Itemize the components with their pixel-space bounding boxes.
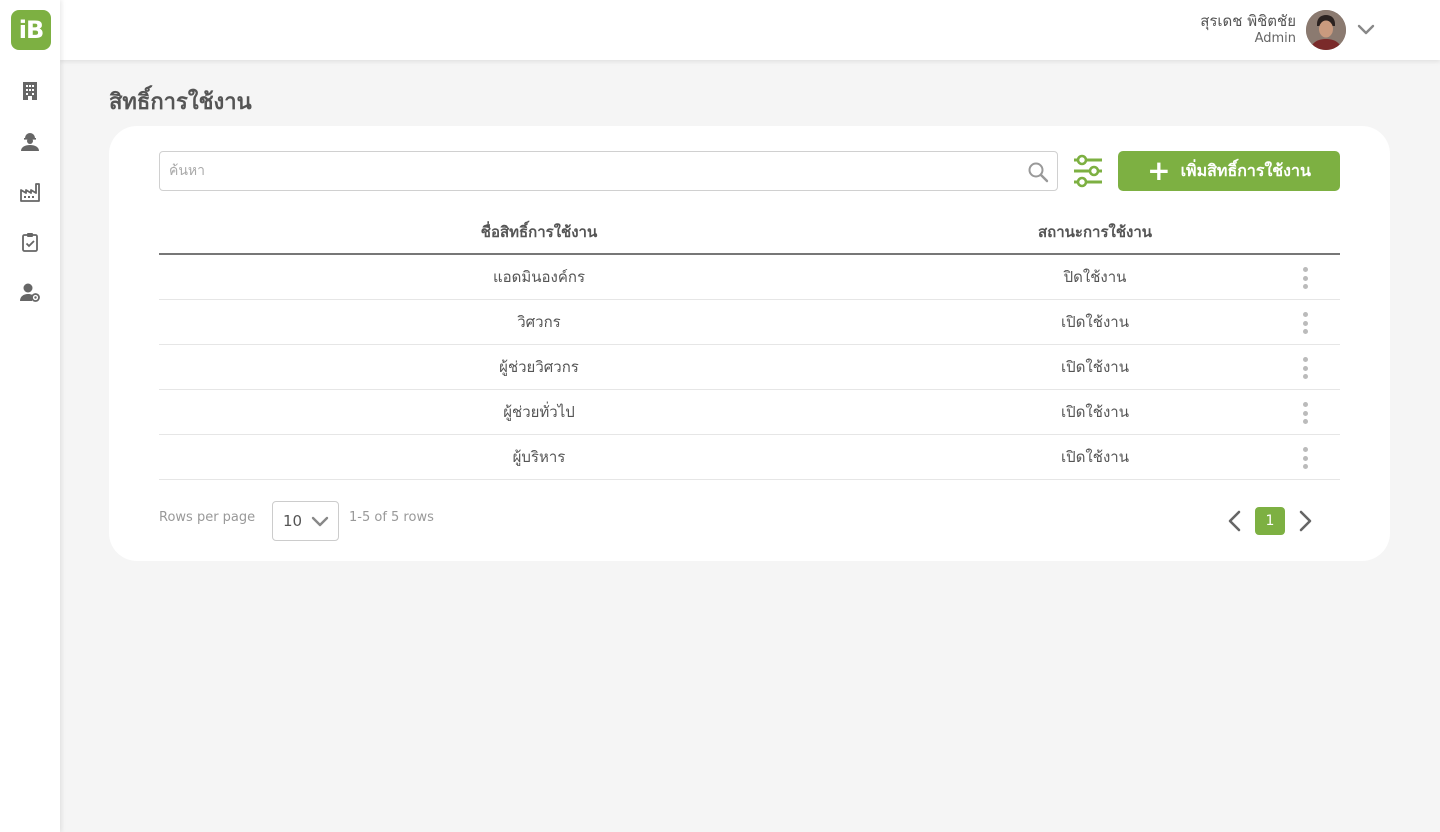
sliders-icon (1074, 154, 1102, 188)
rows-range-info: 1-5 of 5 rows (349, 510, 434, 525)
column-header-status[interactable]: สถานะการใช้งาน (879, 210, 1311, 255)
search-box (159, 151, 1058, 191)
rows-per-page-value: 10 (283, 512, 303, 530)
plus-icon: + (1147, 154, 1171, 187)
row-actions-icon[interactable] (1295, 356, 1315, 380)
app-logo[interactable]: iB (11, 10, 51, 50)
permissions-table: ชื่อสิทธิ์การใช้งาน สถานะการใช้งาน แอดมิ… (159, 210, 1340, 480)
user-name: สุรเดช พิชิตชัย (1200, 12, 1296, 30)
sidebar-item-building[interactable] (19, 80, 41, 102)
page-title: สิทธิ์การใช้งาน (109, 90, 252, 115)
user-avatar-icon (1306, 10, 1346, 50)
permission-status: เปิดใช้งาน (1061, 358, 1129, 376)
sidebar-item-tasks[interactable] (19, 231, 41, 253)
sidebar-item-user-settings[interactable] (19, 281, 41, 303)
user-role: Admin (1254, 31, 1296, 46)
permission-name: ผู้ช่วยวิศวกร (499, 358, 579, 376)
factory-icon (20, 183, 40, 202)
worker-icon (21, 133, 39, 151)
chevron-down-icon (311, 516, 329, 527)
table-row[interactable]: ผู้ช่วยทั่วไป เปิดใช้งาน (159, 390, 1340, 435)
chevron-down-icon (1357, 24, 1375, 35)
avatar[interactable] (1306, 10, 1346, 50)
table-header: ชื่อสิทธิ์การใช้งาน สถานะการใช้งาน (159, 210, 1340, 255)
rows-per-page-select[interactable]: 10 (272, 501, 339, 541)
row-actions-icon[interactable] (1295, 446, 1315, 470)
permission-status: เปิดใช้งาน (1061, 403, 1129, 421)
search-icon[interactable] (1027, 161, 1049, 183)
sidebar: iB (0, 0, 60, 832)
sidebar-item-factory[interactable] (19, 181, 41, 203)
row-actions-icon[interactable] (1295, 401, 1315, 425)
user-menu-button[interactable] (1356, 20, 1376, 40)
permission-name: วิศวกร (517, 313, 561, 331)
add-permission-button[interactable]: + เพิ่มสิทธิ์การใช้งาน (1118, 151, 1340, 191)
building-icon (23, 82, 37, 100)
chevron-left-icon (1228, 510, 1241, 532)
table-row[interactable]: ผู้ช่วยวิศวกร เปิดใช้งาน (159, 345, 1340, 390)
permission-status: ปิดใช้งาน (1063, 268, 1127, 286)
clipboard-check-icon (22, 233, 38, 252)
table-row[interactable]: แอดมินองค์กร ปิดใช้งาน (159, 255, 1340, 300)
permission-name: ผู้ช่วยทั่วไป (503, 403, 575, 421)
column-header-name[interactable]: ชื่อสิทธิ์การใช้งาน (159, 210, 919, 255)
permission-name: แอดมินองค์กร (492, 268, 586, 286)
top-bar: สุรเดช พิชิตชัย Admin (60, 0, 1440, 60)
sidebar-item-workers[interactable] (19, 130, 41, 152)
filter-button[interactable] (1073, 153, 1103, 189)
page-number-button[interactable]: 1 (1255, 507, 1285, 535)
permissions-card: + เพิ่มสิทธิ์การใช้งาน ชื่อสิทธิ์การใช้ง… (109, 126, 1390, 561)
table-row[interactable]: ผู้บริหาร เปิดใช้งาน (159, 435, 1340, 480)
permission-status: เปิดใช้งาน (1061, 313, 1129, 331)
table-row[interactable]: วิศวกร เปิดใช้งาน (159, 300, 1340, 345)
previous-page-button[interactable] (1225, 508, 1245, 534)
next-page-button[interactable] (1295, 508, 1315, 534)
search-input[interactable] (169, 152, 1019, 190)
user-settings-icon (20, 283, 40, 302)
user-info[interactable]: สุรเดช พิชิตชัย Admin (1200, 11, 1296, 47)
add-permission-label: เพิ่มสิทธิ์การใช้งาน (1180, 160, 1311, 180)
chevron-right-icon (1299, 510, 1312, 532)
rows-per-page-label: Rows per page (159, 510, 256, 525)
permission-status: เปิดใช้งาน (1061, 448, 1129, 466)
row-actions-icon[interactable] (1295, 266, 1315, 290)
permission-name: ผู้บริหาร (512, 448, 566, 466)
row-actions-icon[interactable] (1295, 311, 1315, 335)
